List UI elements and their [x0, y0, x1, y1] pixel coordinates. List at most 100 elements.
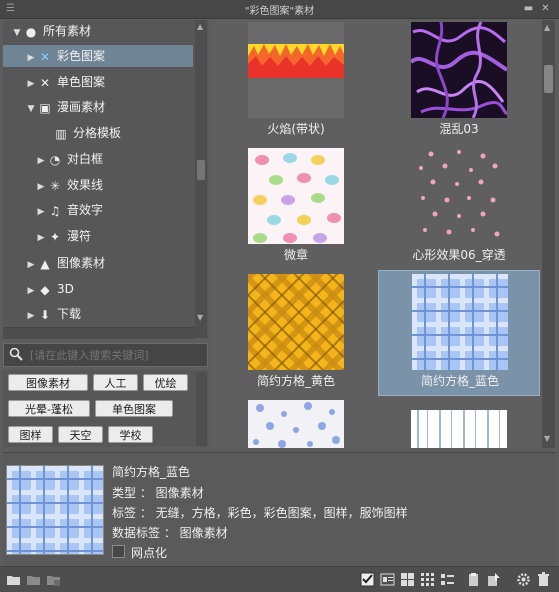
tree-item-label: 彩色图案	[57, 49, 106, 63]
3d-icon: ◆	[40, 282, 50, 297]
tree-item-label: 效果线	[67, 178, 104, 192]
tree-item-label: 3D	[57, 282, 74, 296]
tag-cloud: 图像素材 人工 优绘 光晕-蓬松 单色图案 图样 天空 学校	[3, 370, 208, 447]
new-folder-icon[interactable]	[6, 572, 21, 587]
tree-horizontal-scrollbar[interactable]	[3, 327, 195, 339]
material-item[interactable]	[215, 398, 377, 448]
tag-button[interactable]: 单色图案	[95, 400, 173, 417]
tree-item[interactable]: ▶ ✕ 彩色图案	[3, 45, 193, 67]
small-thumbnail-view-icon[interactable]	[420, 572, 435, 587]
tag-button[interactable]: 人工	[93, 374, 138, 391]
expand-arrow-icon[interactable]: ▶	[35, 176, 47, 198]
tree-item-label: 分格模板	[73, 126, 122, 140]
material-name: 混乱03	[439, 122, 479, 136]
material-item[interactable]: 混乱03	[378, 20, 540, 146]
tree-item-label: 下载	[57, 307, 82, 321]
grid-scrollbar-thumb[interactable]	[544, 65, 553, 93]
expand-arrow-icon[interactable]: ▶	[25, 47, 37, 69]
search-input[interactable]	[30, 346, 200, 364]
tree-item[interactable]: ▶ ✳ 效果线	[3, 174, 193, 196]
bottom-toolbar	[0, 566, 559, 592]
fire-thumbnail	[248, 22, 344, 118]
tree-item[interactable]: ▶ ♫ 音效字	[3, 199, 193, 221]
tree-item[interactable]: ▼ ▣ 漫画素材	[3, 96, 193, 118]
material-name: 火焰(带状)	[267, 122, 325, 136]
tags-scrollbar[interactable]	[196, 372, 207, 446]
tree-item[interactable]: ▶ ▲ 图像素材	[3, 252, 193, 274]
tag-button[interactable]: 图样	[8, 426, 53, 443]
list-view-icon[interactable]	[440, 572, 455, 587]
material-item[interactable]: 心形效果06_穿透	[378, 146, 540, 272]
expand-arrow-icon[interactable]: ▶	[25, 305, 37, 327]
mono-pattern-icon: ✕	[39, 75, 51, 90]
material-item[interactable]	[378, 398, 540, 448]
expand-arrow-icon[interactable]: ▶	[35, 227, 47, 249]
material-grid: 火焰(带状) 混乱03 微章 心形效果06_穿透 简约方格_黄色 简约方格_蓝色	[213, 20, 543, 448]
manga-symbol-icon: ✦	[49, 229, 61, 244]
tree-item-label: 所有素材	[43, 24, 92, 38]
tree-item-label: 对白框	[67, 152, 104, 166]
title-bar: ☰ "彩色图案"素材 ▬ ✕	[0, 0, 559, 19]
tree-item-label: 音效字	[67, 203, 104, 217]
macaron-thumbnail	[248, 148, 344, 244]
material-name: 微章	[283, 248, 308, 262]
yellow-plaid-thumbnail	[248, 274, 344, 370]
material-item[interactable]: 微章	[215, 146, 377, 272]
tag-button[interactable]: 优绘	[143, 374, 188, 391]
settings-icon[interactable]	[516, 572, 531, 587]
checkbox-view-icon[interactable]	[360, 572, 375, 587]
blue-plaid-thumbnail	[412, 274, 508, 370]
expand-arrow-icon[interactable]: ▶	[35, 150, 47, 172]
folder-icon[interactable]	[26, 572, 41, 587]
manga-material-icon: ▣	[39, 100, 51, 115]
paste-material-icon[interactable]	[466, 572, 481, 587]
tree-item-label: 漫画素材	[57, 100, 106, 114]
tag-button[interactable]: 天空	[58, 426, 103, 443]
material-name: 简约方格_蓝色	[420, 374, 499, 388]
color-pattern-icon: ✕	[39, 49, 51, 64]
import-material-icon[interactable]	[486, 572, 501, 587]
effect-lines-icon: ✳	[49, 178, 61, 193]
tag-button[interactable]: 学校	[108, 426, 153, 443]
tree-item[interactable]: ▶ ◔ 对白框	[3, 148, 193, 170]
tree-item[interactable]: ▶ ✕ 单色图案	[3, 71, 193, 93]
collapse-arrow-icon[interactable]: ▼	[25, 98, 37, 120]
material-item-selected[interactable]: 简约方格_蓝色	[378, 270, 540, 396]
collapse-arrow-icon[interactable]: ▼	[11, 22, 23, 44]
streaks-thumbnail	[411, 410, 507, 448]
tag-button[interactable]: 图像素材	[8, 374, 88, 391]
expand-arrow-icon[interactable]: ▶	[35, 201, 47, 223]
image-material-icon: ▲	[40, 256, 50, 271]
trash-icon[interactable]	[536, 572, 551, 587]
detail-type: 类型 ： 图像素材	[112, 486, 204, 500]
material-item[interactable]: 火焰(带状)	[215, 20, 377, 146]
tree-item[interactable]: ▶ ⬇ 下载	[3, 303, 193, 325]
tag-button[interactable]: 光晕-蓬松	[8, 400, 90, 417]
halftone-label: 网点化	[131, 546, 168, 560]
tree-item-label: 单色图案	[57, 75, 106, 89]
tree-item[interactable]: ▶ ✦ 漫符	[3, 225, 193, 247]
tree-item[interactable]: ▥ 分格模板	[3, 122, 193, 144]
tree-item[interactable]: ▶ ◆ 3D	[3, 278, 193, 300]
hearts-thumbnail	[411, 148, 507, 244]
tree-item-label: 图像素材	[57, 256, 106, 270]
tree-item-label: 漫符	[67, 229, 92, 243]
sound-effect-icon: ♫	[49, 203, 61, 218]
close-icon[interactable]: ✕	[540, 3, 551, 14]
frame-template-icon: ▥	[55, 126, 67, 141]
delete-folder-icon[interactable]	[46, 572, 61, 587]
material-item[interactable]: 简约方格_黄色	[215, 272, 377, 398]
grid-scrollbar[interactable]: ▲ ▼	[542, 20, 555, 448]
detail-view-icon[interactable]	[380, 572, 395, 587]
expand-arrow-icon[interactable]: ▶	[25, 73, 37, 95]
flowers-thumbnail	[248, 400, 344, 448]
expand-arrow-icon[interactable]: ▶	[25, 280, 37, 302]
large-thumbnail-view-icon[interactable]	[400, 572, 415, 587]
tree-item[interactable]: ▼ ● 所有素材	[3, 20, 193, 42]
halftone-checkbox[interactable]	[112, 545, 125, 558]
expand-arrow-icon[interactable]: ▶	[25, 254, 37, 276]
search-box	[3, 343, 208, 367]
tree-scrollbar[interactable]: ▲ ▼	[195, 20, 207, 338]
minimize-icon[interactable]: ▬	[523, 3, 534, 14]
globe-icon: ●	[25, 24, 37, 39]
